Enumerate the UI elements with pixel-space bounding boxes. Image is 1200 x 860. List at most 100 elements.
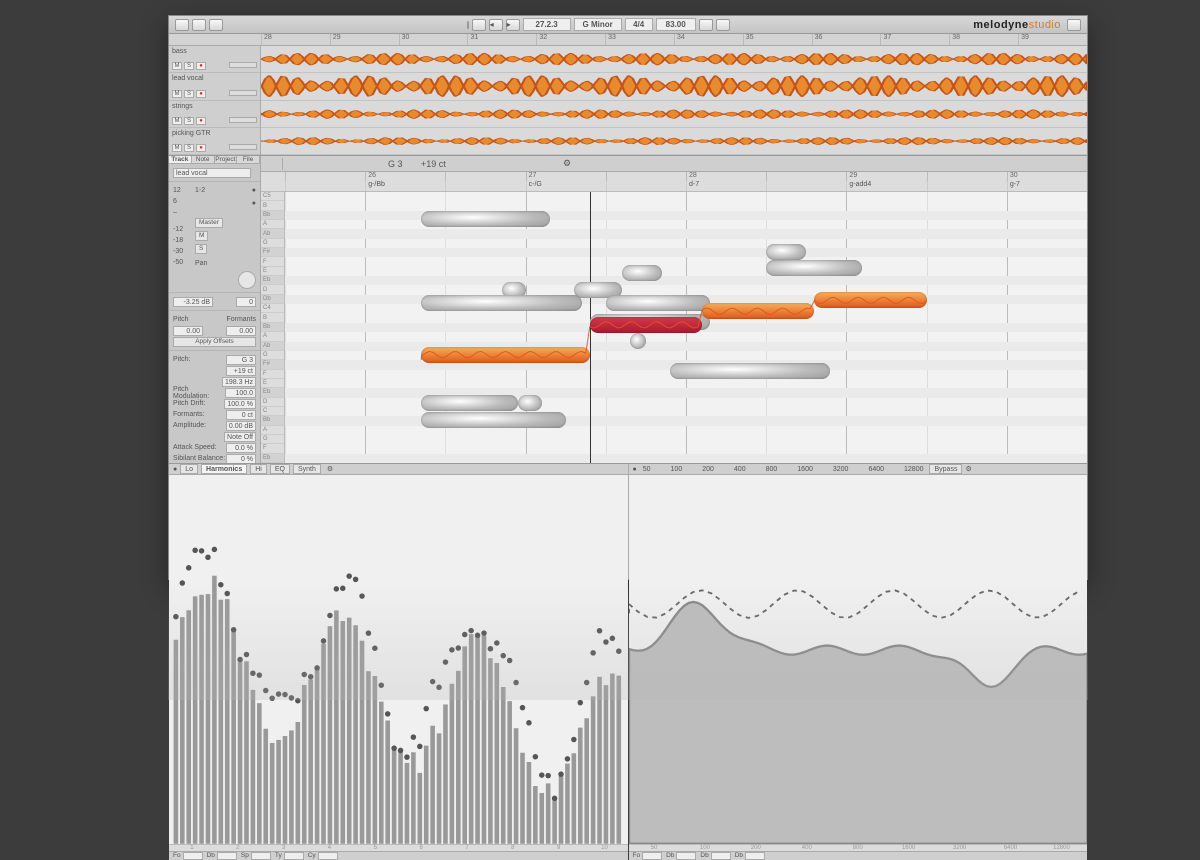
tool-formant-icon[interactable] — [337, 158, 351, 170]
harmonics-node-icon[interactable]: ● — [173, 466, 177, 473]
formants-offset-field[interactable]: 0.00 — [226, 326, 256, 336]
track-header[interactable]: strings M S ● — [169, 101, 260, 128]
tool-pitch-icon[interactable] — [286, 158, 300, 170]
eq-node-icon[interactable]: ● — [633, 466, 637, 473]
tool-sep3-icon[interactable] — [492, 158, 506, 170]
note-blob[interactable] — [421, 295, 581, 311]
note-blob[interactable] — [622, 265, 662, 281]
tool-drift-icon[interactable] — [320, 158, 334, 170]
note-blob[interactable] — [766, 260, 862, 276]
view-grid-icon[interactable] — [546, 158, 560, 170]
info-value[interactable]: 100.0 % — [224, 399, 256, 409]
menu-icon[interactable] — [175, 19, 189, 31]
zoom-slider[interactable] — [467, 21, 469, 29]
bypass-button[interactable]: Bypass — [929, 464, 962, 474]
tempo-display[interactable]: 83.00 — [656, 18, 696, 31]
track-lane[interactable] — [261, 128, 1087, 155]
channel-route[interactable]: 1-2 — [195, 187, 205, 194]
track-name-field[interactable]: lead vocal — [173, 168, 251, 178]
tool-time-icon[interactable] — [371, 158, 385, 170]
pan-display[interactable]: 0 — [236, 297, 256, 307]
gain-display[interactable]: -3.25 dB — [173, 297, 213, 307]
inspector-tab[interactable]: Track — [169, 156, 192, 163]
position-display[interactable]: 27.2.3 — [523, 18, 571, 31]
info-value[interactable]: 0.00 dB — [226, 421, 256, 431]
note-blob[interactable] — [814, 292, 926, 308]
undo-icon[interactable] — [192, 19, 206, 31]
note-blob[interactable] — [421, 211, 549, 227]
track-lane[interactable] — [261, 46, 1087, 73]
apply-offsets-button[interactable]: Apply Offsets — [173, 337, 256, 347]
rec-button[interactable]: ● — [196, 90, 206, 98]
param-field[interactable] — [642, 852, 662, 860]
param-field[interactable] — [183, 852, 203, 860]
view-opt2-icon[interactable] — [529, 158, 543, 170]
note-blob[interactable] — [702, 303, 814, 319]
info-value[interactable]: 0.0 % — [226, 443, 256, 453]
mute-button[interactable]: M — [172, 62, 182, 70]
param-field[interactable] — [284, 852, 304, 860]
timesig-display[interactable]: 4/4 — [625, 18, 653, 31]
cycle-icon[interactable] — [472, 19, 486, 31]
eq-gear-icon[interactable]: ⚙ — [965, 465, 971, 473]
pan-knob[interactable] — [238, 271, 256, 289]
master-select[interactable]: Master — [195, 218, 223, 228]
track-header[interactable]: bass M S ● — [169, 46, 260, 73]
rec-button[interactable]: ● — [196, 117, 206, 125]
info-value[interactable]: 0 ct — [226, 410, 256, 420]
sound-tab[interactable]: Harmonics — [201, 464, 247, 474]
tool-main-icon[interactable] — [265, 158, 279, 170]
solo-button[interactable]: S — [195, 244, 207, 254]
note-blob[interactable] — [421, 395, 517, 411]
info-value[interactable]: +19 ct — [226, 366, 256, 376]
note-blob[interactable] — [421, 412, 565, 428]
sound-tab[interactable]: EQ — [270, 464, 290, 474]
note-blob[interactable] — [518, 395, 542, 411]
mute-button[interactable]: M — [172, 117, 182, 125]
metronome-icon[interactable] — [699, 19, 713, 31]
rewind-icon[interactable]: ◂ — [489, 19, 503, 31]
pitch-offset-field[interactable]: 0.00 — [173, 326, 203, 336]
track-header[interactable]: picking GTR M S ● — [169, 128, 260, 155]
note-blob[interactable] — [590, 317, 702, 333]
track-lanes[interactable] — [261, 46, 1087, 155]
play-icon[interactable]: ▸ — [506, 19, 520, 31]
tool-amp-icon[interactable] — [354, 158, 368, 170]
info-value[interactable]: 0 % — [226, 454, 256, 464]
sound-tab[interactable]: Hi — [250, 464, 267, 474]
param-field[interactable] — [745, 852, 765, 860]
pitch-ruler[interactable]: C5BBbAAbGF#FEEbDDbC4BBbAAbGF#FEEbDCBbAGF… — [261, 192, 285, 463]
track-lane[interactable] — [261, 101, 1087, 128]
tool-sep-icon[interactable] — [458, 158, 472, 170]
mute-button[interactable]: M — [172, 144, 182, 152]
autoscroll-icon[interactable] — [716, 19, 730, 31]
settings-icon[interactable] — [1067, 19, 1081, 31]
track-fader[interactable] — [229, 117, 257, 123]
redo-icon[interactable] — [209, 19, 223, 31]
track-lane[interactable] — [261, 73, 1087, 100]
solo-button[interactable]: S — [184, 117, 194, 125]
inspector-tab[interactable]: Project — [215, 156, 238, 163]
note-blob[interactable] — [630, 333, 646, 349]
info-value[interactable]: Note Off — [224, 432, 256, 442]
track-fader[interactable] — [229, 90, 257, 96]
solo-button[interactable]: S — [184, 90, 194, 98]
mute-button[interactable]: M — [172, 90, 182, 98]
inspector-tab[interactable]: Note — [192, 156, 215, 163]
gear-icon[interactable]: ⚙ — [327, 465, 333, 473]
info-value[interactable]: G 3 — [226, 355, 256, 365]
editor-ruler[interactable]: 2627282930 g-/Bbc-/Gd-7g-add4g-7 — [261, 172, 1087, 192]
gear-icon[interactable]: ⚙ — [563, 158, 577, 170]
inspector-tab[interactable]: File — [237, 156, 260, 163]
track-fader[interactable] — [229, 62, 257, 68]
info-value[interactable]: 198.3 Hz — [222, 377, 256, 387]
tool-sep2-icon[interactable] — [475, 158, 489, 170]
note-blob[interactable] — [606, 295, 710, 311]
note-blob[interactable] — [766, 244, 806, 260]
note-area[interactable] — [285, 192, 1087, 463]
param-field[interactable] — [318, 852, 338, 860]
mute-button[interactable]: M — [195, 231, 208, 241]
param-field[interactable] — [711, 852, 731, 860]
note-blob[interactable] — [670, 363, 830, 379]
param-field[interactable] — [251, 852, 271, 860]
